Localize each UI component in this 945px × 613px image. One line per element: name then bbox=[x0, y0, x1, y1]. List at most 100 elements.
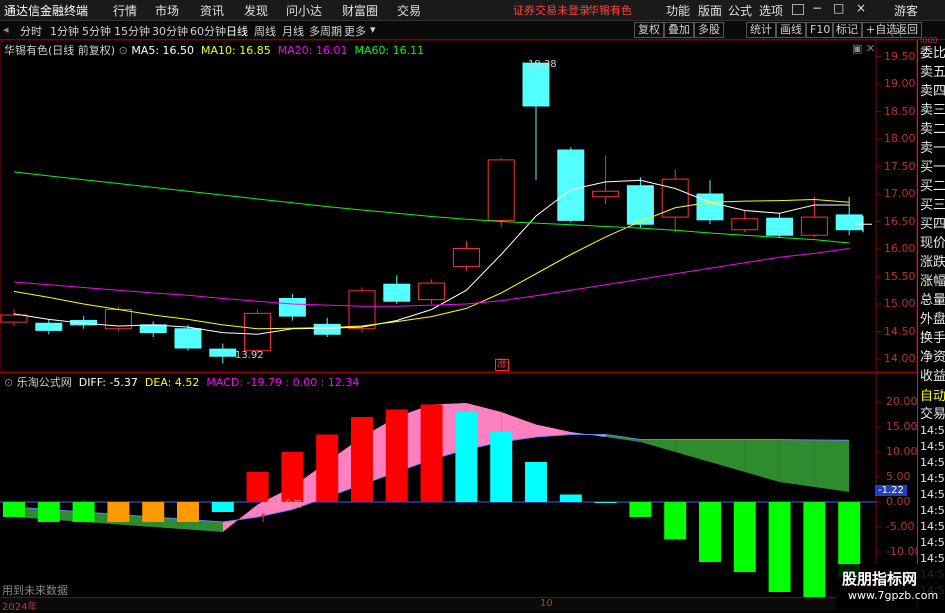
macd-bar bbox=[281, 452, 304, 502]
candle-down bbox=[35, 322, 63, 331]
low-label: 13.92 bbox=[235, 350, 264, 361]
guest-label[interactable]: 游客 bbox=[894, 2, 918, 19]
quote-field-label: 涨幅 bbox=[920, 274, 945, 289]
tab-scroll-icon[interactable]: ◂ bbox=[3, 23, 9, 36]
tab-1min[interactable]: 1分钟 bbox=[50, 23, 79, 39]
tab-fenshi[interactable]: 分时 bbox=[20, 23, 42, 39]
login-status[interactable]: 证券交易未登录 bbox=[513, 2, 590, 18]
restore-rights-button[interactable]: 复权 bbox=[634, 22, 664, 38]
price-tick-label: 18.50 bbox=[884, 104, 916, 118]
menu-hangqing[interactable]: 行情 bbox=[113, 2, 137, 19]
quote-field-label: 委比 bbox=[920, 46, 945, 61]
menu-faxian[interactable]: 发现 bbox=[244, 2, 268, 19]
candle-down bbox=[174, 328, 202, 349]
candle-up bbox=[348, 290, 376, 330]
macd-tick-label: 15.00 bbox=[886, 420, 918, 433]
tab-weekly[interactable]: 周线 bbox=[254, 23, 276, 39]
f10-button[interactable]: F10 bbox=[806, 22, 835, 38]
quote-field-label: 卖四 bbox=[920, 84, 945, 99]
mark-button[interactable]: 标记 bbox=[832, 22, 862, 38]
ma60-line bbox=[13, 171, 850, 244]
macd-bar bbox=[316, 434, 339, 502]
macd-bar bbox=[351, 417, 373, 502]
menu-shichang[interactable]: 市场 bbox=[155, 2, 179, 19]
tick-time: 14:56 bbox=[920, 520, 945, 533]
macd-bar bbox=[177, 502, 199, 522]
macd-tick-label: 5.00 bbox=[886, 470, 911, 483]
macd-bar bbox=[107, 502, 130, 522]
statistics-button[interactable]: 统计 bbox=[746, 22, 776, 38]
watermark-url: www.7gpzb.com bbox=[848, 589, 939, 602]
overlay-button[interactable]: 叠加 bbox=[664, 22, 694, 38]
limit-up-badge: 涨 bbox=[495, 359, 509, 371]
macd-bar bbox=[733, 502, 756, 572]
quote-field-label: 买四 bbox=[920, 217, 945, 232]
macd-bar bbox=[699, 502, 721, 562]
minimize-icon[interactable]: − bbox=[812, 1, 822, 15]
ma5-line bbox=[13, 179, 850, 335]
quote-field-label: 买三 bbox=[920, 198, 945, 213]
tab-multi-period[interactable]: 多周期 bbox=[309, 23, 342, 39]
menu-zixun[interactable]: 资讯 bbox=[200, 2, 224, 19]
quote-field-label: 卖三 bbox=[920, 103, 945, 118]
macd-bar bbox=[72, 502, 95, 522]
menu-caifuquan[interactable]: 财富圈 bbox=[342, 2, 378, 19]
diff-dea-band bbox=[814, 440, 850, 492]
quote-field-label: 买二 bbox=[920, 179, 945, 194]
quote-panel: I000 委比 卖五 卖四 卖三 卖二 卖一 买一 买二 买三 买四 现价 涨跌 涨幅 总量 外盘 换手 净资收… bbox=[917, 36, 945, 609]
candle-up bbox=[731, 218, 759, 231]
macd-tick-label: 0.00 bbox=[886, 495, 911, 508]
price-tick-label: 14.50 bbox=[884, 324, 916, 338]
tab-5min[interactable]: 5分钟 bbox=[82, 23, 111, 39]
tick-time: 14:56 bbox=[920, 440, 945, 453]
chart-area[interactable] bbox=[0, 40, 917, 609]
price-tick-label: 19.50 bbox=[884, 49, 916, 63]
candle-up bbox=[244, 312, 272, 352]
diff-dea-band bbox=[710, 439, 745, 472]
buy-arrow-icon: ↑ bbox=[258, 511, 269, 525]
back-button[interactable]: 返回 bbox=[892, 22, 922, 38]
tab-daily[interactable]: 日线 bbox=[226, 23, 248, 39]
price-tick-label: 16.00 bbox=[884, 242, 916, 255]
menu-gongneng[interactable]: 功能 bbox=[666, 2, 690, 19]
quote-field-label: 外盘 bbox=[920, 312, 945, 327]
tab-monthly[interactable]: 月线 bbox=[282, 23, 304, 39]
tab-more[interactable]: 更多 bbox=[344, 23, 366, 39]
macd-tick-label: 20.00 bbox=[886, 395, 918, 408]
macd-bars bbox=[3, 216, 872, 601]
tick-time: 14:56 bbox=[920, 472, 945, 485]
candle-down bbox=[278, 298, 306, 317]
menu-wenxiaoda[interactable]: 问小达 bbox=[286, 2, 322, 19]
candle-down bbox=[835, 214, 863, 231]
menu-xuanxiang[interactable]: 选项 bbox=[759, 2, 783, 19]
macd-bar bbox=[142, 502, 165, 522]
candle-up bbox=[592, 190, 620, 198]
tick-time: 14:56 bbox=[920, 488, 945, 501]
maximize-icon[interactable]: □ bbox=[833, 1, 844, 15]
candle-down bbox=[383, 283, 411, 302]
candle-down bbox=[766, 217, 794, 236]
trade-label[interactable]: 交易 bbox=[920, 403, 945, 422]
mail-icon[interactable] bbox=[792, 4, 804, 15]
tab-30min[interactable]: 30分钟 bbox=[152, 23, 188, 39]
month-label: 10 bbox=[540, 598, 553, 609]
menu-gongshi[interactable]: 公式 bbox=[728, 2, 752, 19]
diff-dea-band bbox=[744, 439, 780, 482]
multi-stock-button[interactable]: 多股 bbox=[694, 22, 724, 38]
candle-up bbox=[487, 159, 515, 221]
tick-time: 14:56 bbox=[920, 536, 945, 549]
tick-time: 14:56 bbox=[920, 504, 945, 517]
tab-15min[interactable]: 15分钟 bbox=[114, 23, 150, 39]
tab-60min[interactable]: 60分钟 bbox=[190, 23, 226, 39]
menu-banmian[interactable]: 版面 bbox=[698, 2, 722, 19]
candlesticks bbox=[0, 62, 863, 364]
draw-line-button[interactable]: 画线 bbox=[776, 22, 806, 38]
diff-dea-band bbox=[640, 439, 676, 452]
close-icon[interactable]: × bbox=[856, 1, 866, 15]
auto-label[interactable]: 自动 bbox=[920, 385, 945, 404]
menu-jiaoyi[interactable]: 交易 bbox=[397, 2, 421, 19]
more-dropdown-icon[interactable]: ▾ bbox=[370, 23, 376, 36]
candle-down bbox=[139, 324, 167, 334]
price-tick-label: 15.50 bbox=[884, 269, 916, 283]
macd-bar bbox=[3, 502, 25, 517]
